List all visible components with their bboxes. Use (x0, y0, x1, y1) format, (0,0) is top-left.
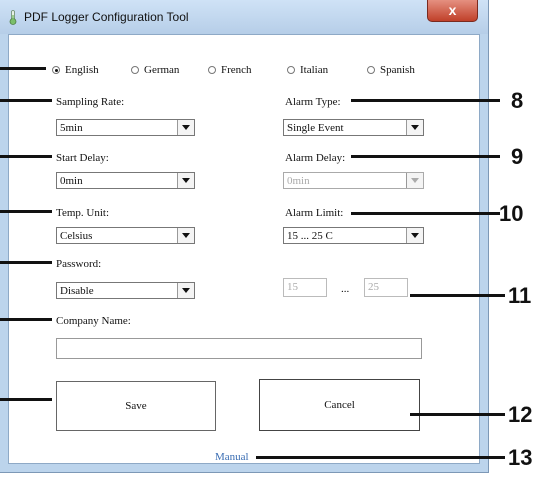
radio-dot-icon (131, 66, 139, 74)
callout-number-9: 9 (511, 144, 524, 169)
close-button[interactable]: x (427, 0, 478, 22)
alarm-type-select[interactable]: Single Event (283, 119, 424, 136)
title-bar[interactable]: PDF Logger Configuration Tool x (0, 0, 488, 34)
alarm-delay-label: Alarm Delay: (285, 152, 346, 164)
alarm-low-input: 15 (283, 278, 327, 297)
radio-label: English (65, 64, 99, 76)
callout-number-11: 11 (508, 283, 532, 308)
radio-dot-icon (367, 66, 375, 74)
temp-unit-select[interactable]: Celsius (56, 227, 195, 244)
start-delay-value: 0min (60, 174, 83, 187)
alarm-delay-select: 0min (283, 172, 424, 189)
cancel-button[interactable]: Cancel (259, 379, 420, 431)
company-name-input[interactable] (56, 338, 422, 359)
radio-label: Italian (300, 64, 329, 76)
radio-english[interactable]: English (52, 64, 99, 76)
chevron-down-icon[interactable] (177, 228, 194, 243)
callout-line-12 (410, 413, 505, 416)
alarm-limit-select[interactable]: 15 ... 25 C (283, 227, 424, 244)
range-separator: ... (341, 283, 350, 295)
callout-number-12: 12 (508, 402, 533, 427)
alarm-delay-value: 0min (287, 174, 310, 187)
chevron-down-icon[interactable] (406, 120, 423, 135)
callout-line (0, 318, 52, 321)
callout-line (0, 210, 52, 213)
start-delay-label: Start Delay: (56, 152, 109, 164)
cancel-button-label: Cancel (324, 399, 355, 411)
chevron-down-icon[interactable] (406, 228, 423, 243)
close-icon: x (448, 2, 457, 18)
save-button[interactable]: Save (56, 381, 216, 431)
callout-line-8 (351, 99, 500, 102)
chevron-down-icon[interactable] (177, 173, 194, 188)
radio-german[interactable]: German (131, 64, 179, 76)
password-value: Disable (60, 284, 94, 297)
alarm-type-value: Single Event (287, 121, 344, 134)
radio-dot-icon (52, 66, 60, 74)
window-title: PDF Logger Configuration Tool (24, 10, 189, 24)
callout-number-10: 10 (499, 201, 524, 226)
callout-line (0, 398, 52, 401)
callout-line (0, 261, 52, 264)
radio-label: French (221, 64, 252, 76)
radio-italian[interactable]: Italian (287, 64, 328, 76)
callout-number-8: 8 (511, 88, 524, 113)
alarm-type-label: Alarm Type: (285, 96, 341, 108)
radio-label: German (144, 64, 180, 76)
sampling-rate-select[interactable]: 5min (56, 119, 195, 136)
radio-dot-icon (287, 66, 295, 74)
chevron-down-icon (406, 173, 423, 188)
sampling-rate-value: 5min (60, 121, 83, 134)
alarm-high-input: 25 (364, 278, 408, 297)
radio-french[interactable]: French (208, 64, 252, 76)
temp-unit-label: Temp. Unit: (56, 207, 110, 219)
thermometer-icon (9, 10, 17, 25)
save-button-label: Save (125, 400, 147, 412)
callout-line-9 (351, 155, 500, 158)
sampling-rate-label: Sampling Rate: (56, 96, 125, 108)
radio-spanish[interactable]: Spanish (367, 64, 415, 76)
temp-unit-value: Celsius (60, 229, 93, 242)
callout-line (0, 155, 52, 158)
start-delay-select[interactable]: 0min (56, 172, 195, 189)
chevron-down-icon[interactable] (177, 283, 194, 298)
radio-dot-icon (208, 66, 216, 74)
callout-line-11 (410, 294, 505, 297)
company-name-label: Company Name: (56, 315, 131, 327)
alarm-limit-label: Alarm Limit: (285, 207, 344, 219)
callout-line (0, 99, 52, 102)
callout-number-13: 13 (508, 445, 533, 470)
radio-label: Spanish (380, 64, 415, 76)
manual-link[interactable]: Manual (215, 451, 249, 463)
callout-line-13 (256, 456, 505, 459)
password-select[interactable]: Disable (56, 282, 195, 299)
callout-line (0, 67, 46, 70)
alarm-limit-value: 15 ... 25 C (287, 229, 333, 242)
callout-line-10 (351, 212, 500, 215)
password-label: Password: (56, 258, 102, 270)
chevron-down-icon[interactable] (177, 120, 194, 135)
